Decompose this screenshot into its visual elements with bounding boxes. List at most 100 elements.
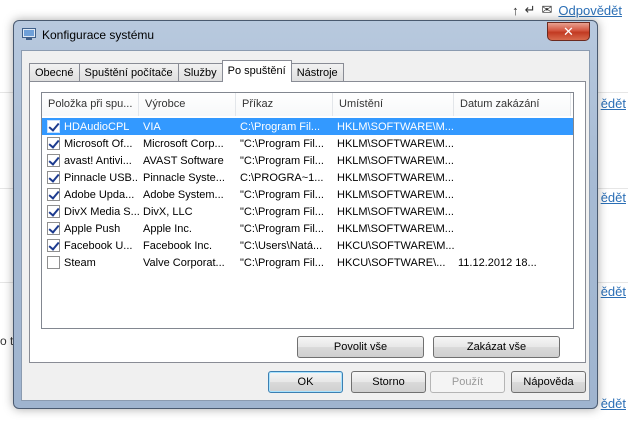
apply-button[interactable]: Použít	[430, 371, 505, 393]
reply-link-partial[interactable]: ědět	[601, 96, 626, 111]
cell-command: "C:\Users\Natá...	[240, 239, 323, 252]
column-header-command[interactable]: Příkaz	[236, 93, 333, 116]
reply-arrow-icon[interactable]: ↵	[525, 2, 536, 18]
cell-item: avast! Antivi...	[42, 154, 139, 167]
disable-all-button[interactable]: Zakázat vše	[433, 336, 560, 358]
cell-item: HDAudioCPL	[42, 120, 139, 133]
cell-item: Facebook U...	[42, 239, 139, 252]
system-configuration-window: Konfigurace systému ✕ Obecné Spuštění po…	[13, 20, 598, 409]
reply-link-partial[interactable]: ědět	[601, 396, 626, 411]
reply-link-partial[interactable]: ědět	[601, 284, 626, 299]
enable-checkbox[interactable]	[47, 205, 60, 218]
enable-checkbox[interactable]	[47, 137, 60, 150]
enable-checkbox[interactable]	[47, 171, 60, 184]
cell-item: Adobe Upda...	[42, 188, 139, 201]
list-item[interactable]: avast! Antivi... AVAST Software "C:\Progra…	[42, 152, 573, 169]
tab-general[interactable]: Obecné	[29, 63, 80, 82]
arrow-up-icon[interactable]: ↑	[512, 3, 519, 18]
cancel-button[interactable]: Storno	[351, 371, 426, 393]
title-bar[interactable]: Konfigurace systému ✕	[14, 21, 597, 49]
cell-manufacturer: VIA	[143, 120, 161, 133]
enable-checkbox[interactable]	[47, 256, 60, 269]
cell-manufacturer: Apple Inc.	[143, 222, 192, 235]
cell-command: "C:\Program Fil...	[240, 137, 324, 150]
tab-boot[interactable]: Spuštění počítače	[78, 63, 179, 82]
tab-tools[interactable]: Nástroje	[290, 63, 344, 82]
cell-command: C:\PROGRA~1...	[240, 171, 324, 184]
cell-location: HKLM\SOFTWARE\M...	[337, 222, 454, 235]
startup-tab-panel: Položka při spu... Výrobce Příkaz Umístě…	[29, 81, 586, 363]
list-item[interactable]: Adobe Upda... Adobe System... "C:\Program …	[42, 186, 573, 203]
column-header-manufacturer[interactable]: Výrobce	[139, 93, 236, 116]
list-item[interactable]: Steam Valve Corporat... "C:\Program Fil...…	[42, 254, 573, 271]
list-item[interactable]: HDAudioCPL VIA C:\Program Fil... HKLM\SOFTW…	[42, 118, 573, 135]
cell-location: HKLM\SOFTWARE\M...	[337, 137, 454, 150]
reply-link[interactable]: Odpovědět	[558, 3, 622, 18]
list-item[interactable]: DivX Media S... DivX, LLC "C:\Program Fil.…	[42, 203, 573, 220]
cell-location: HKLM\SOFTWARE\M...	[337, 188, 454, 201]
item-label: HDAudioCPL	[64, 120, 130, 133]
list-rows: HDAudioCPL VIA C:\Program Fil... HKLM\SOFTW…	[42, 118, 573, 271]
close-button[interactable]: ✕	[547, 22, 590, 41]
list-item[interactable]: Apple Push Apple Inc. "C:\Program Fil... HK…	[42, 220, 573, 237]
column-header-item[interactable]: Položka při spu...	[42, 93, 139, 116]
cell-manufacturer: Microsoft Corp...	[143, 137, 224, 150]
cell-location: HKCU\SOFTWARE\M...	[337, 239, 454, 252]
cell-command: C:\Program Fil...	[240, 120, 321, 133]
page-text-fragment: o t	[0, 334, 14, 348]
column-header-location[interactable]: Umístění	[333, 93, 454, 116]
cell-location: HKLM\SOFTWARE\M...	[337, 120, 454, 133]
list-item[interactable]: Pinnacle USB... Pinnacle Syste... C:\PROGR…	[42, 169, 573, 186]
item-label: Steam	[64, 256, 96, 269]
window-title: Konfigurace systému	[42, 28, 155, 42]
item-label: DivX Media S...	[64, 205, 139, 218]
item-label: Pinnacle USB...	[64, 171, 139, 184]
reply-toolbar: ↑ ↵ ✉ Odpovědět	[512, 2, 622, 18]
cell-command: "C:\Program Fil...	[240, 188, 324, 201]
cell-item: Pinnacle USB...	[42, 171, 139, 184]
item-label: Apple Push	[64, 222, 121, 235]
help-button[interactable]: Nápověda	[511, 371, 586, 393]
enable-checkbox[interactable]	[47, 188, 60, 201]
msconfig-app-icon	[22, 28, 36, 40]
cell-manufacturer: Adobe System...	[143, 188, 224, 201]
tab-services[interactable]: Služby	[177, 63, 223, 82]
envelope-icon[interactable]: ✉	[541, 2, 552, 18]
ok-button[interactable]: OK	[268, 371, 343, 393]
cell-manufacturer: AVAST Software	[143, 154, 224, 167]
cell-location: HKLM\SOFTWARE\M...	[337, 154, 454, 167]
startup-items-list[interactable]: Položka při spu... Výrobce Příkaz Umístě…	[41, 92, 574, 329]
enable-checkbox[interactable]	[47, 154, 60, 167]
list-item[interactable]: Facebook U... Facebook Inc. "C:\Users\Natá…	[42, 237, 573, 254]
cell-item: DivX Media S...	[42, 205, 139, 218]
dialog-client-area: Obecné Spuštění počítače Služby Po spušt…	[21, 50, 590, 401]
cell-item: Microsoft Of...	[42, 137, 139, 150]
cell-manufacturer: DivX, LLC	[143, 205, 193, 218]
cell-command: "C:\Program Fil...	[240, 205, 324, 218]
cell-location: HKLM\SOFTWARE\M...	[337, 171, 454, 184]
tab-strip: Obecné Spuštění počítače Služby Po spušt…	[29, 60, 344, 82]
item-label: avast! Antivi...	[64, 154, 132, 167]
cell-manufacturer: Facebook Inc.	[143, 239, 213, 252]
item-label: Adobe Upda...	[64, 188, 135, 201]
enable-all-button[interactable]: Povolit vše	[297, 336, 424, 358]
cell-location: HKLM\SOFTWARE\M...	[337, 205, 454, 218]
item-label: Facebook U...	[64, 239, 133, 252]
cell-command: "C:\Program Fil...	[240, 222, 324, 235]
enable-checkbox[interactable]	[47, 222, 60, 235]
list-item[interactable]: Microsoft Of... Microsoft Corp... "C:\Prog…	[42, 135, 573, 152]
cell-item: Steam	[42, 256, 139, 269]
cell-command: "C:\Program Fil...	[240, 256, 324, 269]
cell-manufacturer: Pinnacle Syste...	[143, 171, 225, 184]
close-icon: ✕	[563, 24, 574, 39]
cell-location: HKCU\SOFTWARE\...	[337, 256, 446, 269]
cell-command: "C:\Program Fil...	[240, 154, 324, 167]
column-header-date-disabled[interactable]: Datum zakázání	[454, 93, 571, 116]
tab-startup[interactable]: Po spuštění	[221, 60, 292, 82]
cell-date-disabled: 11.12.2012 18...	[458, 256, 537, 269]
reply-link-partial[interactable]: ědět	[601, 190, 626, 205]
list-header: Položka při spu... Výrobce Příkaz Umístě…	[42, 93, 571, 116]
enable-checkbox[interactable]	[47, 239, 60, 252]
cell-manufacturer: Valve Corporat...	[143, 256, 225, 269]
enable-checkbox[interactable]	[47, 120, 60, 133]
